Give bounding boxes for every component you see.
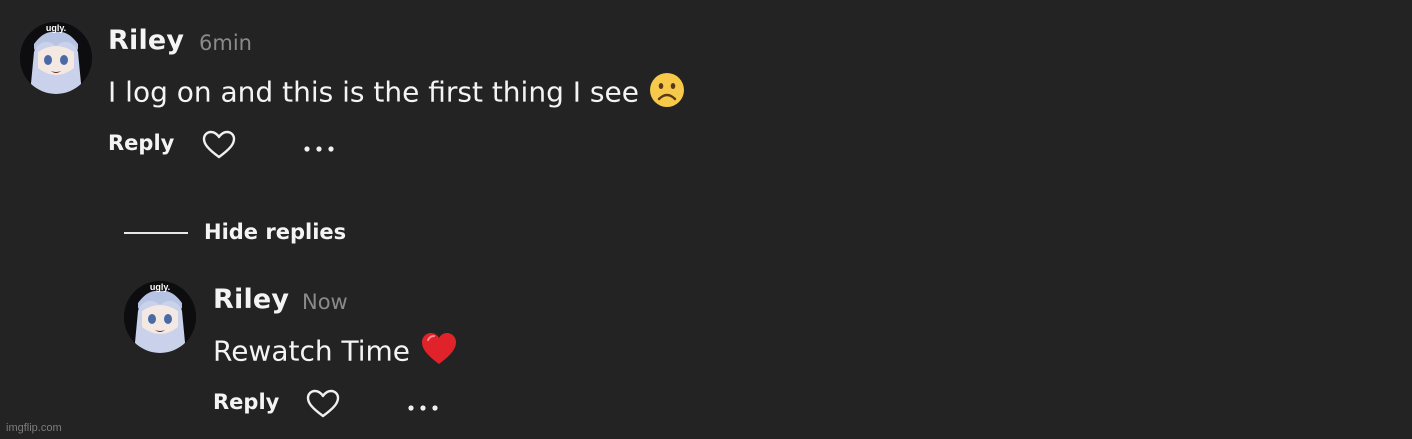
comment-username[interactable]: Riley (108, 25, 184, 56)
more-options-button[interactable] (406, 398, 440, 411)
like-button[interactable] (202, 130, 236, 160)
frowning-face-emoji (649, 72, 685, 115)
avatar[interactable]: ugly. (20, 22, 92, 94)
avatar-caption: ugly. (46, 23, 66, 33)
red-heart-emoji (420, 331, 458, 374)
heart-outline-icon (202, 130, 236, 159)
reply-username[interactable]: Riley (213, 284, 289, 315)
avatar-caption: ugly. (150, 282, 170, 292)
like-button[interactable] (306, 389, 340, 419)
hide-replies-divider (124, 232, 188, 234)
reply-text-content: Rewatch Time (213, 334, 411, 368)
comment-text: I log on and this is the first thing I s… (108, 72, 685, 115)
reply-text: Rewatch Time (213, 331, 458, 374)
ellipsis-icon (408, 405, 438, 411)
comment-timestamp: 6min (199, 31, 252, 55)
reply-timestamp: Now (302, 290, 348, 314)
avatar[interactable]: ugly. (124, 281, 196, 353)
reply-button[interactable]: Reply (108, 131, 174, 155)
imgflip-watermark: imgflip.com (6, 422, 62, 434)
anime-girl-avatar-image: ugly. (124, 281, 196, 353)
heart-outline-icon (306, 389, 340, 418)
ellipsis-icon (304, 146, 334, 152)
hide-replies-button[interactable]: Hide replies (204, 220, 346, 244)
more-options-button[interactable] (302, 139, 336, 152)
anime-girl-avatar-image: ugly. (20, 22, 92, 94)
reply-button[interactable]: Reply (213, 390, 279, 414)
comment-text-content: I log on and this is the first thing I s… (108, 75, 639, 109)
